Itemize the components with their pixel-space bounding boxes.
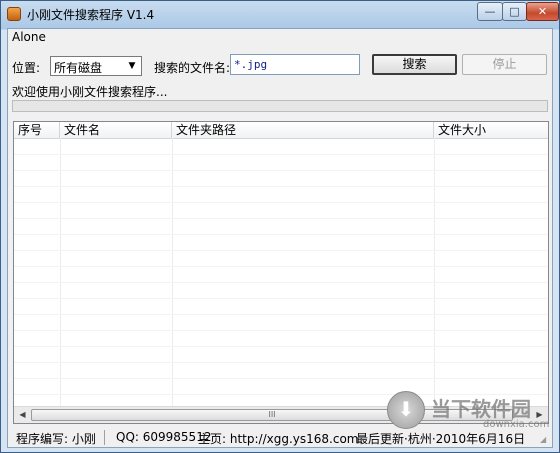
table-header: 序号 文件名 文件夹路径 文件大小	[14, 122, 548, 139]
watermark-url: downxia.com	[483, 419, 550, 430]
table-row-line	[14, 250, 548, 251]
table-row-line	[14, 298, 548, 299]
table-row-line	[14, 378, 548, 379]
column-divider	[172, 138, 173, 407]
app-window: 小刚文件搜索程序 V1.4 — □ ✕ Alone 位置: 所有磁盘 ▼ 搜索的…	[0, 0, 560, 453]
dropdown-arrow-icon[interactable]: ▼	[124, 58, 140, 74]
watermark-brand: 当下软件园	[431, 397, 531, 421]
client-area: Alone 位置: 所有磁盘 ▼ 搜索的文件名: 搜索 停止 欢迎使用小刚文件搜…	[7, 28, 553, 448]
location-label: 位置:	[12, 61, 41, 75]
column-divider	[434, 138, 435, 407]
table-row-line	[14, 154, 548, 155]
column-header-index[interactable]: 序号	[14, 122, 60, 138]
maximize-button[interactable]: □	[502, 2, 527, 21]
table-row-line	[14, 266, 548, 267]
table-row-line	[14, 170, 548, 171]
table-row-line	[14, 202, 548, 203]
menu-bar: Alone	[8, 29, 552, 47]
download-arrow-icon: ⬇	[387, 391, 425, 429]
table-row-line	[14, 362, 548, 363]
results-table[interactable]: 序号 文件名 文件夹路径 文件大小 ◀ III ▶	[13, 121, 549, 424]
status-author: 程序编写: 小刚	[16, 432, 96, 446]
search-button[interactable]: 搜索	[372, 54, 457, 75]
progress-bar	[12, 100, 548, 112]
table-row-line	[14, 282, 548, 283]
table-row-line	[14, 346, 548, 347]
app-icon	[7, 7, 21, 21]
column-divider	[60, 138, 61, 407]
location-value: 所有磁盘	[54, 61, 103, 75]
menu-item-alone[interactable]: Alone	[12, 30, 46, 44]
table-row-line	[14, 330, 548, 331]
table-row-line	[14, 186, 548, 187]
minimize-button[interactable]: —	[477, 2, 503, 21]
column-header-filename[interactable]: 文件名	[60, 122, 172, 138]
filename-input[interactable]	[230, 54, 360, 75]
close-button[interactable]: ✕	[526, 2, 559, 21]
table-row-line	[14, 218, 548, 219]
status-homepage: 主页: http://xgg.ys168.com	[198, 432, 359, 446]
table-row-line	[14, 314, 548, 315]
status-separator	[104, 430, 105, 445]
stop-button[interactable]: 停止	[462, 54, 547, 75]
scroll-left-icon[interactable]: ◀	[15, 408, 30, 422]
window-title: 小刚文件搜索程序 V1.4	[27, 8, 155, 22]
watermark: ⬇ 当下软件园 downxia.com	[387, 391, 557, 449]
column-header-path[interactable]: 文件夹路径	[172, 122, 434, 138]
location-select[interactable]: 所有磁盘 ▼	[50, 56, 142, 76]
status-message: 欢迎使用小刚文件搜索程序...	[12, 85, 168, 99]
column-header-size[interactable]: 文件大小	[434, 122, 548, 138]
filename-label: 搜索的文件名:	[154, 61, 231, 75]
table-row-line	[14, 234, 548, 235]
title-bar[interactable]: 小刚文件搜索程序 V1.4 — □ ✕	[1, 1, 559, 27]
